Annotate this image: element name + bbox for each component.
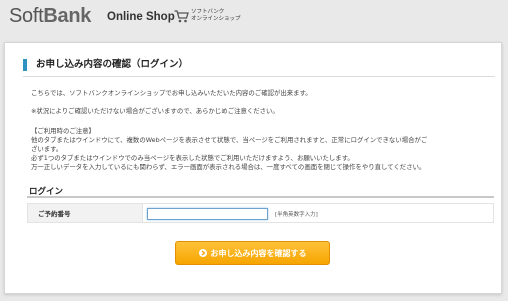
shop-sub-line1: ソフトバンク bbox=[191, 9, 225, 15]
confirm-order-button[interactable]: お申し込み内容を確認する bbox=[175, 241, 330, 265]
login-divider bbox=[27, 196, 494, 198]
reservation-number-label: ご予約番号 bbox=[28, 204, 143, 222]
usage-heading: 【ご利用時のご注意】 bbox=[31, 127, 95, 135]
usage-line: ざいます。 bbox=[31, 145, 63, 153]
input-hint: [半角英数字入力] bbox=[275, 212, 318, 218]
logo-soft: Soft bbox=[9, 5, 44, 27]
site-header: SoftBank Online Shop ソフトバンク オンラインショップ bbox=[0, 0, 508, 36]
reservation-number-input[interactable] bbox=[147, 208, 268, 220]
page-title: お申し込み内容の確認（ログイン） bbox=[23, 59, 188, 71]
shop-sub-line2: オンラインショップ bbox=[191, 16, 241, 22]
arrow-circle-icon bbox=[198, 249, 207, 257]
shopping-cart-icon bbox=[174, 10, 189, 23]
title-divider bbox=[23, 76, 495, 77]
usage-line: 万一正しいデータを入力しているにも関わらず、エラー画面が表示される場合は、一度す… bbox=[31, 163, 426, 171]
usage-line: 他のタブまたはウインドウにて、複数のWebページを表示させて状態で、当ページをご… bbox=[31, 136, 428, 144]
notice-text: ※状況によりご確認いただけない場合がございますので、あらかじめご注意ください。 bbox=[31, 107, 279, 115]
intro-text: こちらでは、ソフトバンクオンラインショップでお申し込みいただいた内容のご確認が出… bbox=[31, 89, 312, 97]
softbank-logo[interactable]: SoftBank bbox=[9, 5, 91, 28]
logo-bank: Bank bbox=[43, 5, 92, 27]
content-panel: お申し込み内容の確認（ログイン） こちらでは、ソフトバンクオンラインショップでお… bbox=[4, 42, 502, 294]
confirm-button-label: お申し込み内容を確認する bbox=[210, 248, 307, 258]
reservation-number-row: ご予約番号 [半角英数字入力] bbox=[27, 203, 494, 223]
reservation-number-cell: [半角英数字入力] bbox=[143, 204, 493, 222]
online-shop-title: Online Shop bbox=[107, 11, 175, 23]
shop-subtitle: ソフトバンク オンラインショップ bbox=[191, 9, 241, 23]
usage-line: 必ず1つのタブまたはウインドウでのみ当ページを表示した状態でご利用いただけますよ… bbox=[31, 154, 354, 162]
